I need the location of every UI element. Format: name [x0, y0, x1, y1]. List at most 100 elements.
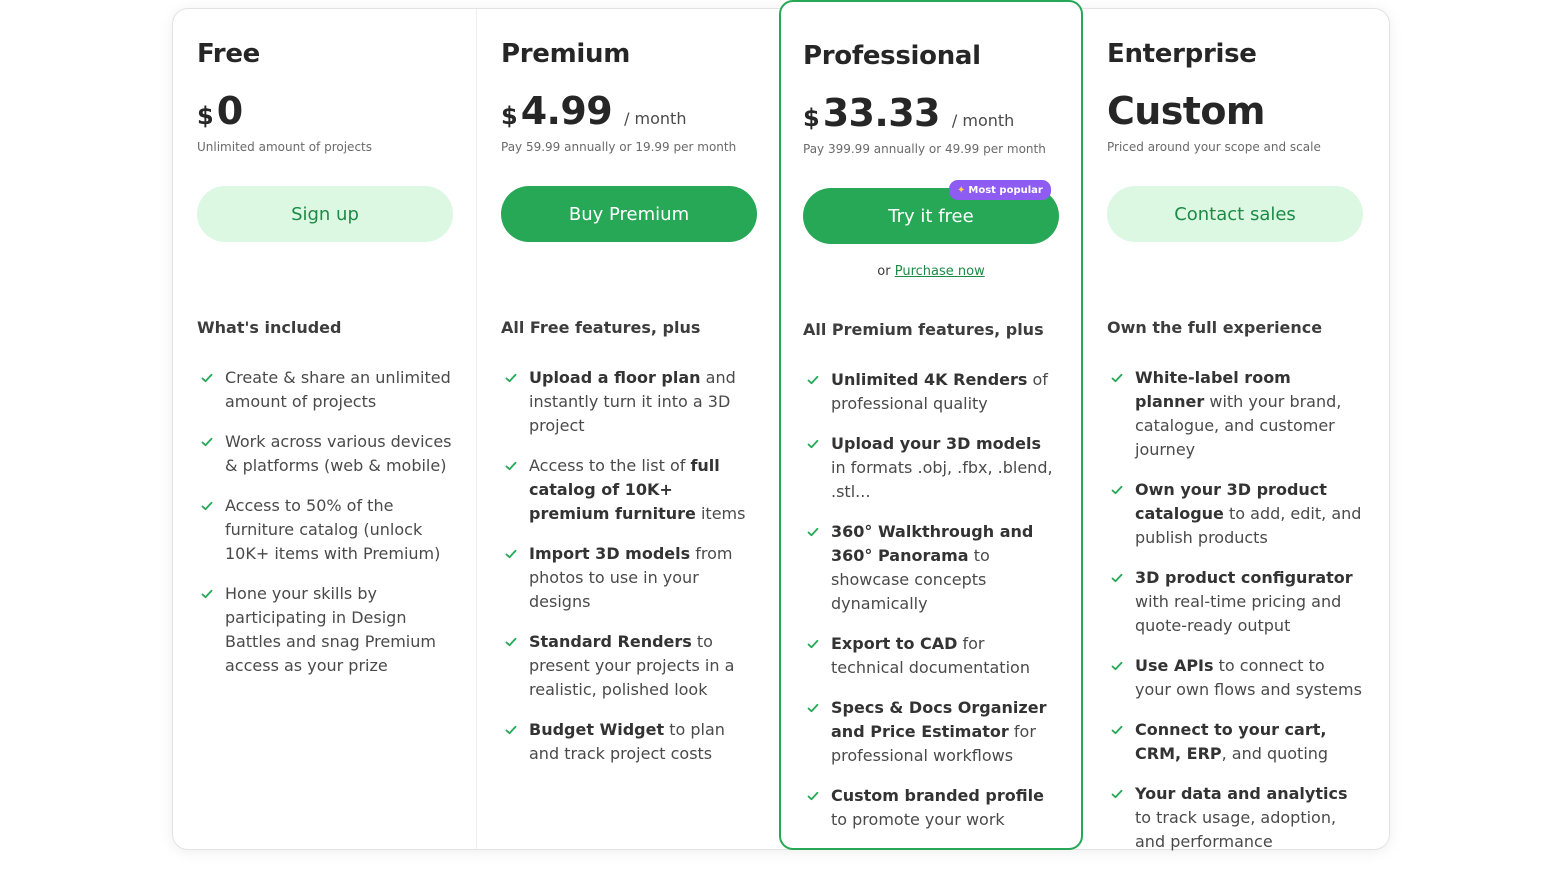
check-icon [1111, 573, 1123, 583]
features-heading: What's included [197, 318, 342, 337]
feature-item: Standard Renders to present your project… [501, 630, 757, 702]
feature-item: Work across various devices & platforms … [197, 430, 453, 478]
feature-list: White-label room planner with your brand… [1107, 366, 1363, 870]
feature-item: White-label room planner with your brand… [1107, 366, 1363, 462]
feature-highlight: 360° Walkthrough and 360° Panorama [831, 522, 1034, 565]
plan-card-premium: Premium $ 4.99 / month Pay 59.99 annuall… [477, 9, 781, 849]
check-icon [201, 373, 213, 383]
feature-list: Unlimited 4K Renders of professional qua… [803, 368, 1059, 848]
price-note: Unlimited amount of projects [197, 140, 372, 154]
feature-text: to promote your work [831, 810, 1005, 829]
currency-symbol: $ [197, 102, 214, 130]
feature-highlight: Custom branded profile [831, 786, 1044, 805]
alt-prefix: or [877, 264, 891, 279]
feature-item: Custom branded profile to promote your w… [803, 784, 1059, 832]
currency-symbol: $ [501, 102, 518, 130]
plan-card-free: Free $ 0 Unlimited amount of projects Si… [173, 9, 477, 849]
plan-name: Premium [501, 39, 631, 69]
feature-item: Connect to your cart, CRM, ERP, and quot… [1107, 718, 1363, 766]
feature-text: in formats .obj, .fbx, .blend, .stl... [831, 458, 1053, 501]
feature-item: Access to 50% of the furniture catalog (… [197, 494, 453, 566]
price-note: Pay 399.99 annually or 49.99 per month [803, 142, 1046, 156]
price-period: / month [951, 111, 1015, 130]
price-amount: 33.33 [822, 91, 941, 135]
feature-item: Import 3D models from photos to use in y… [501, 542, 757, 614]
feature-highlight: Upload your 3D models [831, 434, 1041, 453]
check-icon [807, 439, 819, 449]
feature-item: Hone your skills by participating in Des… [197, 582, 453, 678]
feature-highlight: Budget Widget [529, 720, 665, 739]
plan-name: Enterprise [1107, 39, 1257, 69]
purchase-now-link[interactable]: Purchase now [895, 264, 985, 279]
check-icon [505, 461, 517, 471]
feature-item: Create & share an unlimited amount of pr… [197, 366, 453, 414]
pricing-table: Free $ 0 Unlimited amount of projects Si… [172, 0, 1390, 851]
contact-sales-button[interactable]: Contact sales [1107, 186, 1363, 242]
plan-card-enterprise: Enterprise Custom Priced around your sco… [1083, 9, 1387, 851]
purchase-alternative: or Purchase now [781, 264, 1081, 279]
feature-item: 3D product configurator with real-time p… [1107, 566, 1363, 638]
feature-text: with real-time pricing and quote-ready o… [1135, 592, 1342, 635]
feature-item: Use APIs to connect to your own flows an… [1107, 654, 1363, 702]
price: $ 33.33 / month [803, 91, 1014, 135]
feature-item: Budget Widget to plan and track project … [501, 718, 757, 766]
sparkle-icon: ✦ [957, 184, 966, 196]
feature-highlight: Unlimited 4K Renders [831, 370, 1028, 389]
price-period: / month [624, 109, 687, 128]
check-icon [201, 437, 213, 447]
price: $ 0 [197, 89, 243, 133]
feature-item: Specs & Docs Organizer and Price Estimat… [803, 696, 1059, 768]
price-custom: Custom [1107, 89, 1265, 133]
feature-highlight: 3D product configurator [1135, 568, 1353, 587]
price-note: Priced around your scope and scale [1107, 140, 1321, 154]
feature-highlight: Export to CAD [831, 634, 958, 653]
feature-list: Upload a floor plan and instantly turn i… [501, 366, 757, 782]
feature-item: Own your 3D product catalogue to add, ed… [1107, 478, 1363, 550]
check-icon [1111, 789, 1123, 799]
price: $ 4.99 / month [501, 89, 686, 133]
check-icon [807, 527, 819, 537]
feature-highlight: Use APIs [1135, 656, 1214, 675]
feature-highlight: Upload a floor plan [529, 368, 701, 387]
plan-name: Free [197, 39, 260, 69]
check-icon [807, 791, 819, 801]
price-note: Pay 59.99 annually or 19.99 per month [501, 140, 737, 154]
feature-text: Access to 50% of the furniture catalog (… [225, 496, 441, 563]
check-icon [505, 549, 517, 559]
price-amount: 0 [216, 89, 243, 133]
price-amount: 4.99 [520, 89, 613, 133]
check-icon [1111, 485, 1123, 495]
check-icon [505, 725, 517, 735]
check-icon [807, 375, 819, 385]
check-icon [505, 373, 517, 383]
check-icon [201, 589, 213, 599]
most-popular-badge: ✦ Most popular [949, 180, 1051, 200]
feature-highlight: Your data and analytics [1135, 784, 1348, 803]
feature-highlight: Import 3D models [529, 544, 691, 563]
badge-label: Most popular [968, 184, 1043, 196]
check-icon [807, 639, 819, 649]
feature-item: Access to the list of full catalog of 10… [501, 454, 757, 526]
feature-list: Create & share an unlimited amount of pr… [197, 366, 453, 694]
check-icon [505, 637, 517, 647]
plan-name: Professional [803, 41, 981, 71]
currency-symbol: $ [803, 104, 820, 132]
sign-up-button[interactable]: Sign up [197, 186, 453, 242]
features-heading: Own the full experience [1107, 318, 1323, 337]
feature-item: Export to CAD for technical documentatio… [803, 632, 1059, 680]
feature-text: Work across various devices & platforms … [225, 432, 452, 475]
feature-text: Create & share an unlimited amount of pr… [225, 368, 451, 411]
feature-text: Access to the list of [529, 456, 691, 475]
feature-text: items [695, 504, 746, 523]
feature-highlight: Standard Renders [529, 632, 692, 651]
feature-item: Upload your 3D models in formats .obj, .… [803, 432, 1059, 504]
feature-item: Your data and analytics to track usage, … [1107, 782, 1363, 854]
check-icon [201, 501, 213, 511]
features-heading: All Free features, plus [501, 318, 701, 337]
check-icon [807, 703, 819, 713]
feature-item: Upload a floor plan and instantly turn i… [501, 366, 757, 438]
feature-item: 360° Walkthrough and 360° Panorama to sh… [803, 520, 1059, 616]
feature-text: , and quoting [1221, 744, 1329, 763]
buy-premium-button[interactable]: Buy Premium [501, 186, 757, 242]
plan-card-professional: Professional $ 33.33 / month Pay 399.99 … [779, 0, 1083, 850]
